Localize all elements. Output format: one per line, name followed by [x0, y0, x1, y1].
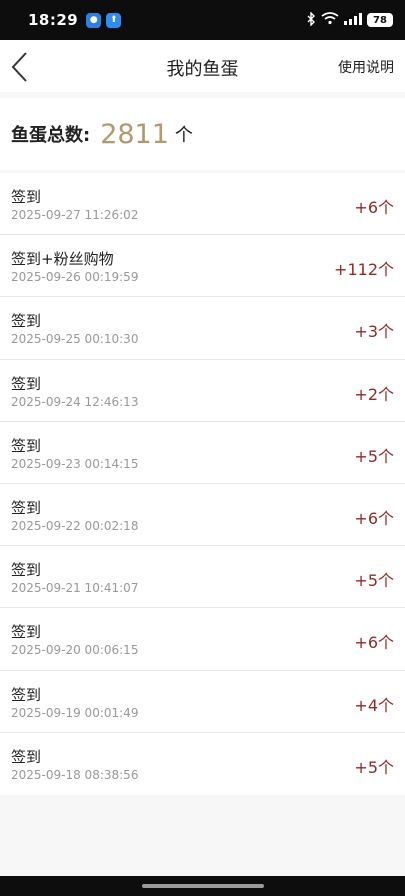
home-indicator-bar[interactable]: [142, 884, 264, 888]
record-amount: +2个: [354, 384, 394, 404]
app-notification-icon: ●: [86, 12, 102, 28]
app-upload-icon: ⬆: [106, 12, 122, 28]
list-item: 签到 2025-09-22 00:02:18 +6个: [0, 484, 405, 547]
record-time: 2025-09-25 00:10:30: [11, 332, 139, 347]
record-amount: +6个: [354, 198, 394, 217]
record-time: 2025-09-19 00:01:49: [11, 705, 139, 720]
record-title: 签到: [11, 623, 42, 642]
record-time: 2025-09-23 00:14:15: [11, 456, 139, 471]
total-value: 2811: [100, 118, 169, 150]
status-indicators: 78: [307, 10, 393, 29]
status-time: 18:29: [28, 11, 79, 29]
total-label: 鱼蛋总数:: [11, 125, 91, 146]
record-amount: +6个: [354, 508, 394, 528]
record-time: 2025-09-26 00:19:59: [11, 270, 139, 285]
record-amount: +3个: [354, 322, 394, 342]
list-item: 签到 2025-09-18 08:38:56 +5个: [0, 733, 405, 795]
record-time: 2025-09-22 00:02:18: [11, 518, 139, 533]
list-item: 签到+粉丝购物 2025-09-26 00:19:59 +112个: [0, 235, 405, 298]
system-nav-area: [0, 876, 405, 896]
record-amount: +6个: [354, 633, 394, 653]
record-title: 签到: [11, 436, 42, 455]
battery-icon: 78: [367, 13, 393, 27]
record-title: 签到: [11, 188, 42, 206]
status-bar: 18:29 ● ⬆ 78: [0, 0, 405, 40]
record-title: 签到: [11, 685, 42, 704]
record-time: 2025-09-27 11:26:02: [11, 208, 139, 222]
record-time: 2025-09-21 10:41:07: [11, 581, 139, 596]
record-time: 2025-09-24 12:46:13: [11, 394, 139, 409]
list-item: 签到 2025-09-25 00:10:30 +3个: [0, 297, 405, 360]
list-item: 签到 2025-09-21 10:41:07 +5个: [0, 546, 405, 609]
record-title: 签到+粉丝购物: [11, 250, 114, 269]
total-unit: 个: [174, 125, 193, 146]
record-time: 2025-09-20 00:06:15: [11, 643, 139, 658]
record-title: 签到: [11, 561, 42, 580]
list-item: 签到 2025-09-23 00:14:15 +5个: [0, 422, 405, 484]
bluetooth-icon: [307, 10, 316, 29]
record-title: 签到: [11, 498, 42, 517]
total-summary: 鱼蛋总数: 2811 个: [0, 98, 405, 170]
record-amount: +5个: [354, 446, 394, 466]
record-amount: +5个: [354, 757, 394, 777]
record-time: 2025-09-18 08:38:56: [11, 767, 139, 782]
record-title: 签到: [11, 312, 42, 331]
record-title: 签到: [11, 747, 42, 766]
help-link[interactable]: 使用说明: [338, 57, 394, 77]
record-amount: +5个: [354, 571, 394, 591]
wifi-icon: [321, 12, 339, 28]
records-list: 签到 2025-09-27 11:26:02 +6个 签到+粉丝购物 2025-…: [0, 173, 405, 795]
signal-icon: [344, 12, 362, 28]
list-item: 签到 2025-09-20 00:06:15 +6个: [0, 608, 405, 671]
record-amount: +4个: [354, 695, 394, 715]
list-item: 签到 2025-09-24 12:46:13 +2个: [0, 360, 405, 422]
nav-bar: 我的鱼蛋 使用说明: [0, 40, 405, 92]
list-item: 签到 2025-09-27 11:26:02 +6个: [0, 173, 405, 236]
record-title: 签到: [11, 374, 42, 393]
record-amount: +112个: [334, 260, 394, 280]
list-item: 签到 2025-09-19 00:01:49 +4个: [0, 671, 405, 733]
